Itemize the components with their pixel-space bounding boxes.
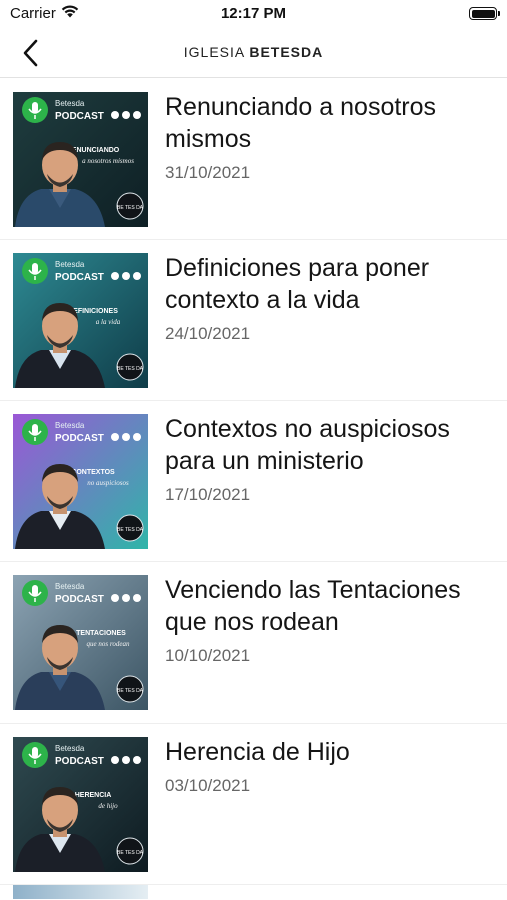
list-item-partial	[13, 885, 148, 899]
episode-row[interactable]: Betesda PODCAST LAS TENTACIONES que nos …	[0, 562, 507, 724]
battery-icon	[469, 7, 500, 20]
episode-row[interactable]: Betesda PODCAST DEFINICIONES a la vida B…	[0, 240, 507, 401]
svg-text:Betesda: Betesda	[55, 421, 85, 430]
svg-text:PODCAST: PODCAST	[55, 433, 104, 444]
episode-thumbnail: Betesda PODCAST CONTEXTOS no auspiciosos…	[13, 414, 148, 549]
episode-list: Betesda PODCAST RENUNCIANDO a nosotros m…	[0, 79, 507, 885]
svg-text:BE TES DA: BE TES DA	[117, 527, 144, 533]
episode-row[interactable]: Betesda PODCAST HERENCIA de hijo BE TES …	[0, 724, 507, 885]
page-title-bold: BETESDA	[249, 44, 324, 60]
svg-text:a la vida: a la vida	[96, 318, 121, 326]
svg-text:de hijo: de hijo	[98, 802, 118, 810]
episode-date: 10/10/2021	[165, 646, 251, 665]
svg-text:CONTEXTOS: CONTEXTOS	[71, 469, 115, 476]
episode-title: Contextos no auspiciosos para un ministe…	[165, 415, 450, 475]
episode-title: Definiciones para poner contexto a la vi…	[165, 254, 430, 314]
svg-text:a nosotros mismos: a nosotros mismos	[82, 157, 134, 165]
episode-date: 24/10/2021	[165, 324, 251, 343]
svg-text:PODCAST: PODCAST	[55, 111, 104, 122]
episode-title: Renunciando a nosotros mismos	[165, 93, 437, 153]
episode-thumbnail: Betesda PODCAST RENUNCIANDO a nosotros m…	[13, 92, 148, 227]
svg-text:BE TES DA: BE TES DA	[117, 205, 144, 211]
navigation-bar: IGLESIA BETESDA	[0, 28, 507, 78]
episode-thumbnail: Betesda PODCAST LAS TENTACIONES que nos …	[13, 575, 148, 710]
episode-date: 03/10/2021	[165, 776, 251, 795]
svg-text:PODCAST: PODCAST	[55, 756, 104, 767]
svg-text:que nos rodean: que nos rodean	[87, 640, 130, 648]
page-title: IGLESIA BETESDA	[0, 44, 507, 60]
episode-row[interactable]: Betesda PODCAST RENUNCIANDO a nosotros m…	[0, 79, 507, 240]
svg-text:Betesda: Betesda	[55, 744, 85, 753]
page-title-light: IGLESIA	[183, 44, 245, 60]
status-bar: Carrier 12:17 PM	[0, 0, 507, 28]
svg-text:PODCAST: PODCAST	[55, 594, 104, 605]
episode-text: Herencia de Hijo 03/10/2021	[165, 736, 493, 796]
episode-text: Renunciando a nosotros mismos 31/10/2021	[165, 91, 493, 183]
episode-title: Herencia de Hijo	[165, 738, 350, 766]
episode-text: Definiciones para poner contexto a la vi…	[165, 252, 493, 344]
status-time: 12:17 PM	[220, 5, 287, 22]
episode-title: Venciendo las Tentaciones que nos rodean	[165, 576, 461, 636]
svg-text:BE TES DA: BE TES DA	[117, 850, 144, 856]
episode-date: 17/10/2021	[165, 485, 251, 504]
svg-text:BE TES DA: BE TES DA	[117, 366, 144, 372]
svg-text:HERENCIA: HERENCIA	[75, 792, 112, 799]
episode-date: 31/10/2021	[165, 163, 251, 182]
episode-thumbnail: Betesda PODCAST HERENCIA de hijo BE TES …	[13, 737, 148, 872]
episode-text: Contextos no auspiciosos para un ministe…	[165, 413, 493, 505]
episode-row[interactable]: Betesda PODCAST CONTEXTOS no auspiciosos…	[0, 401, 507, 562]
svg-text:no auspiciosos: no auspiciosos	[87, 479, 129, 487]
svg-text:Betesda: Betesda	[55, 582, 85, 591]
episode-thumbnail: Betesda PODCAST DEFINICIONES a la vida B…	[13, 253, 148, 388]
svg-text:BE TES DA: BE TES DA	[117, 688, 144, 694]
svg-text:Betesda: Betesda	[55, 99, 85, 108]
svg-text:PODCAST: PODCAST	[55, 272, 104, 283]
svg-text:Betesda: Betesda	[55, 260, 85, 269]
episode-text: Venciendo las Tentaciones que nos rodean…	[165, 574, 493, 666]
